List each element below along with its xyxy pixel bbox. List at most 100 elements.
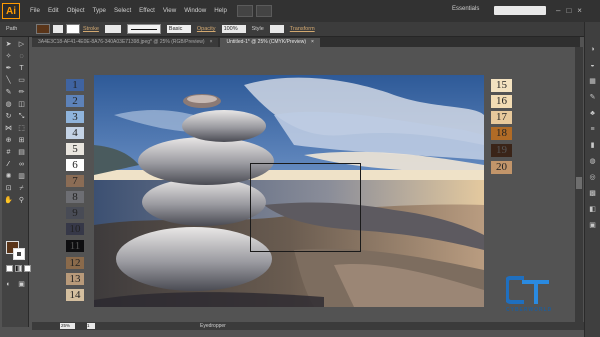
eyedropper-tool-icon[interactable]: ⁄ — [4, 161, 13, 169]
scroll-thumb[interactable] — [576, 177, 582, 189]
blend-tool-icon[interactable]: ∞ — [17, 161, 26, 169]
artboard-navigator[interactable]: 1 — [87, 323, 95, 329]
symbol-sprayer-icon[interactable]: ✺ — [4, 173, 13, 181]
screen-mode-icon[interactable]: ▣ — [17, 281, 26, 289]
graphic-styles-icon[interactable]: ▩ — [588, 190, 597, 198]
swatches-panel-icon[interactable]: ▦ — [588, 78, 597, 86]
swatch-2[interactable]: 2 — [66, 95, 84, 107]
stroke-color-box[interactable] — [13, 248, 25, 260]
tab-untitled-1[interactable]: Untitled-1* @ 25% (CMYK/Preview) × — [220, 38, 320, 47]
close-icon[interactable]: × — [311, 39, 314, 45]
menu-help[interactable]: Help — [210, 0, 231, 22]
mesh-tool-icon[interactable]: # — [4, 149, 13, 157]
arrange-documents-icon[interactable] — [255, 5, 272, 17]
free-transform-icon[interactable]: ⬚ — [17, 125, 26, 133]
swatch-11[interactable]: 11 — [66, 240, 84, 252]
scale-tool-icon[interactable]: ⤡ — [17, 113, 26, 121]
line-tool-icon[interactable]: ╲ — [4, 77, 13, 85]
selection-tool-icon[interactable]: ➤ — [4, 41, 13, 49]
close-button[interactable]: × — [577, 6, 582, 15]
fill-dropdown[interactable] — [53, 25, 63, 33]
menu-file[interactable]: File — [26, 0, 44, 22]
menu-window[interactable]: Window — [180, 0, 210, 22]
gradient-panel-icon[interactable]: ▮ — [588, 142, 597, 150]
close-icon[interactable]: × — [210, 39, 213, 45]
none-button[interactable] — [24, 265, 31, 272]
brushes-panel-icon[interactable]: ✎ — [588, 94, 597, 102]
color-button[interactable] — [6, 265, 13, 272]
blob-brush-icon[interactable]: ◍ — [4, 101, 13, 109]
swatch-6[interactable]: 6 — [66, 159, 84, 171]
pen-tool-icon[interactable]: ✒ — [4, 65, 13, 73]
swatch-10[interactable]: 10 — [66, 223, 84, 235]
menu-select[interactable]: Select — [110, 0, 135, 22]
zoom-field[interactable]: 25% — [60, 323, 75, 329]
tab-jpeg-document[interactable]: 3A4E3C18-AF41-4E0E-8A76-340A03E71398.jpe… — [32, 38, 219, 47]
menu-view[interactable]: View — [159, 0, 180, 22]
menu-effect[interactable]: Effect — [135, 0, 159, 22]
rotate-tool-icon[interactable]: ↻ — [4, 113, 13, 121]
menu-edit[interactable]: Edit — [44, 0, 63, 22]
swatch-15[interactable]: 15 — [491, 79, 512, 92]
slice-tool-icon[interactable]: ⌿ — [17, 185, 26, 193]
workspace-switcher[interactable]: Essentials — [452, 6, 479, 12]
fill-swatch[interactable] — [36, 24, 50, 34]
swatch-17[interactable]: 17 — [491, 111, 512, 124]
swatch-3[interactable]: 3 — [66, 111, 84, 123]
lasso-tool-icon[interactable]: ◌ — [17, 53, 26, 61]
swatch-7[interactable]: 7 — [66, 175, 84, 187]
swatch-14[interactable]: 14 — [66, 289, 84, 301]
swatch-18[interactable]: 18 — [491, 127, 512, 140]
direct-selection-tool-icon[interactable]: ▷ — [17, 41, 26, 49]
layers-panel-icon[interactable]: ◧ — [588, 206, 597, 214]
magic-wand-icon[interactable]: ✧ — [4, 53, 13, 61]
stroke-swatch[interactable] — [66, 24, 80, 34]
brush-definition[interactable]: Basic — [166, 25, 191, 33]
swatch-8[interactable]: 8 — [66, 191, 84, 203]
type-tool-icon[interactable]: T — [17, 65, 26, 73]
draw-normal-icon[interactable]: ◐ — [4, 281, 13, 289]
swatch-5[interactable]: 5 — [66, 143, 84, 155]
eraser-tool-icon[interactable]: ◫ — [17, 101, 26, 109]
color-guide-icon[interactable]: ◒ — [588, 62, 597, 70]
opacity-label[interactable]: Opacity — [197, 26, 216, 32]
artboard-tool-icon[interactable]: ⊡ — [4, 185, 13, 193]
menu-object[interactable]: Object — [63, 0, 89, 22]
swatch-19[interactable]: 19 — [491, 144, 512, 157]
pencil-tool-icon[interactable]: ✏ — [17, 89, 26, 97]
swatch-12[interactable]: 12 — [66, 257, 84, 269]
column-graph-icon[interactable]: ▥ — [17, 173, 26, 181]
graphic-style-swatch[interactable] — [269, 25, 284, 33]
stroke-panel-icon[interactable]: ≡ — [588, 126, 597, 134]
selection-bounding-box[interactable] — [250, 163, 361, 252]
variable-width-profile[interactable] — [126, 24, 161, 34]
rectangle-tool-icon[interactable]: ▭ — [17, 77, 26, 85]
swatch-9[interactable]: 9 — [66, 207, 84, 219]
swatch-16[interactable]: 16 — [491, 95, 512, 108]
stroke-weight-field[interactable] — [104, 25, 121, 33]
maximize-button[interactable]: □ — [566, 6, 571, 15]
transform-link[interactable]: Transform — [290, 26, 315, 32]
minimize-button[interactable]: – — [556, 6, 560, 15]
bridge-icon[interactable] — [236, 5, 253, 17]
symbols-panel-icon[interactable]: ♣ — [588, 110, 597, 118]
swatch-20[interactable]: 20 — [491, 161, 512, 174]
shape-builder-icon[interactable]: ⊕ — [4, 137, 13, 145]
width-tool-icon[interactable]: ⋈ — [4, 125, 13, 133]
opacity-field[interactable]: 100% — [221, 25, 246, 33]
swatch-13[interactable]: 13 — [66, 273, 84, 285]
gradient-button[interactable] — [15, 265, 22, 272]
artboards-panel-icon[interactable]: ▣ — [588, 222, 597, 230]
transparency-panel-icon[interactable]: ◍ — [588, 158, 597, 166]
perspective-grid-icon[interactable]: ⊞ — [17, 137, 26, 145]
color-panel-icon[interactable]: ◑ — [588, 46, 597, 54]
menu-type[interactable]: Type — [89, 0, 110, 22]
swatch-1[interactable]: 1 — [66, 79, 84, 91]
vertical-scrollbar[interactable] — [575, 47, 583, 322]
swatch-4[interactable]: 4 — [66, 127, 84, 139]
stroke-label[interactable]: Stroke — [83, 26, 99, 32]
hand-tool-icon[interactable]: ✋ — [4, 197, 13, 205]
gradient-tool-icon[interactable]: ▤ — [17, 149, 26, 157]
paintbrush-tool-icon[interactable]: ✎ — [4, 89, 13, 97]
zoom-tool-icon[interactable]: ⚲ — [17, 197, 26, 205]
